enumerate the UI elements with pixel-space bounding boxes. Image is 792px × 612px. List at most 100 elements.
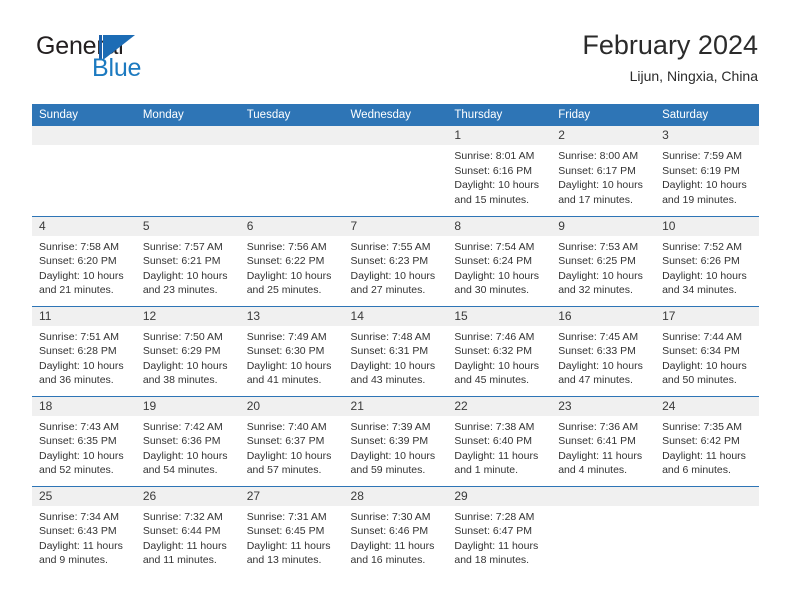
calendar-cell-day[interactable]: 11 Sunrise: 7:51 AM Sunset: 6:28 PM Dayligh… bbox=[32, 305, 136, 396]
calendar-cell-day[interactable]: 3 Sunrise: 7:59 AM Sunset: 6:19 PM Daylight… bbox=[655, 126, 759, 216]
calendar-cell-day[interactable]: 23 Sunrise: 7:36 AM Sunset: 6:41 PM Dayligh… bbox=[551, 395, 656, 486]
daylight-text-line1: Daylight: 10 hours bbox=[662, 269, 747, 282]
calendar-cell-day[interactable]: 18 Sunrise: 7:43 AM Sunset: 6:35 PM Dayligh… bbox=[32, 395, 136, 486]
daylight-text-line1: Daylight: 10 hours bbox=[142, 359, 228, 372]
sunset-text: Sunset: 6:16 PM bbox=[454, 164, 533, 177]
calendar-cell-empty bbox=[551, 485, 656, 576]
sunrise-text: Sunrise: 7:52 AM bbox=[662, 240, 743, 253]
brand-logo[interactable]: General Blue bbox=[32, 32, 242, 90]
page-header: General Blue February 2024 Lijun, Ningxi… bbox=[32, 28, 758, 98]
day-number: 9 bbox=[551, 216, 656, 236]
sunrise-text: Sunrise: 7:28 AM bbox=[454, 510, 535, 523]
daylight-text-line2: and 13 minutes. bbox=[246, 554, 322, 566]
sunset-text: Sunset: 6:35 PM bbox=[39, 435, 117, 447]
day-number: 11 bbox=[32, 306, 136, 326]
calendar-cell-day[interactable]: 10 Sunrise: 7:52 AM Sunset: 6:26 PM Dayligh… bbox=[655, 215, 759, 306]
calendar-cell-day[interactable]: 21 Sunrise: 7:39 AM Sunset: 6:39 PM Dayligh… bbox=[343, 395, 448, 486]
calendar-cell-day[interactable]: 29 Sunrise: 7:28 AM Sunset: 6:47 PM Dayligh… bbox=[447, 485, 552, 576]
calendar-cell-day[interactable]: 27 Sunrise: 7:31 AM Sunset: 6:45 PM Dayligh… bbox=[239, 485, 344, 576]
day-number: 25 bbox=[32, 486, 136, 506]
sunset-text: Sunset: 6:44 PM bbox=[142, 525, 221, 537]
calendar-cell-day[interactable]: 15 Sunrise: 7:46 AM Sunset: 6:32 PM Dayligh… bbox=[447, 305, 552, 396]
sunrise-text: Sunrise: 8:00 AM bbox=[558, 150, 639, 162]
day-number bbox=[655, 486, 759, 506]
day-details: Sunrise: 7:31 AM Sunset: 6:45 PM Daylight:… bbox=[240, 506, 344, 568]
calendar-cell-day[interactable]: 28 Sunrise: 7:30 AM Sunset: 6:46 PM Dayligh… bbox=[343, 485, 448, 576]
calendar-cell-day[interactable]: 26 Sunrise: 7:32 AM Sunset: 6:44 PM Dayligh… bbox=[135, 485, 240, 576]
calendar-cell-day[interactable]: 2 Sunrise: 8:00 AM Sunset: 6:17 PM Daylight… bbox=[551, 126, 656, 216]
calendar-cell-day[interactable]: 12 Sunrise: 7:50 AM Sunset: 6:29 PM Dayligh… bbox=[135, 305, 240, 396]
day-details: Sunrise: 7:48 AM Sunset: 6:31 PM Daylight:… bbox=[344, 326, 448, 388]
day-details: Sunrise: 7:56 AM Sunset: 6:22 PM Daylight:… bbox=[240, 236, 344, 298]
calendar-week-row: 18 Sunrise: 7:43 AM Sunset: 6:35 PM Dayligh… bbox=[32, 395, 759, 486]
day-number: 5 bbox=[135, 216, 240, 236]
day-details: Sunrise: 7:53 AM Sunset: 6:25 PM Daylight:… bbox=[551, 236, 655, 298]
calendar-cell-empty bbox=[239, 126, 344, 216]
calendar-cell-day[interactable]: 8 Sunrise: 7:54 AM Sunset: 6:24 PM Daylight… bbox=[447, 215, 552, 306]
calendar-cell-day[interactable]: 6 Sunrise: 7:56 AM Sunset: 6:22 PM Daylight… bbox=[239, 215, 344, 306]
calendar-cell-empty bbox=[343, 126, 448, 216]
day-number bbox=[343, 126, 448, 145]
day-number: 19 bbox=[135, 396, 240, 416]
daylight-text-line2: and 43 minutes. bbox=[350, 374, 426, 386]
day-details: Sunrise: 8:01 AM Sunset: 6:16 PM Daylight:… bbox=[447, 145, 551, 207]
day-details: Sunrise: 7:43 AM Sunset: 6:35 PM Daylight:… bbox=[32, 416, 136, 478]
daylight-text-line1: Daylight: 10 hours bbox=[350, 449, 436, 462]
sunrise-text: Sunrise: 7:30 AM bbox=[350, 510, 431, 523]
daylight-text-line2: and 54 minutes. bbox=[142, 464, 218, 476]
daylight-text-line1: Daylight: 10 hours bbox=[662, 179, 747, 191]
calendar-cell-day[interactable]: 7 Sunrise: 7:55 AM Sunset: 6:23 PM Daylight… bbox=[343, 215, 448, 306]
weekday-header-saturday: Saturday bbox=[655, 104, 759, 126]
calendar-cell-day[interactable]: 19 Sunrise: 7:42 AM Sunset: 6:36 PM Dayligh… bbox=[135, 395, 240, 486]
calendar-cell-day[interactable]: 25 Sunrise: 7:34 AM Sunset: 6:43 PM Dayligh… bbox=[32, 485, 136, 576]
daylight-text-line1: Daylight: 10 hours bbox=[558, 269, 643, 282]
sunrise-text: Sunrise: 7:42 AM bbox=[142, 420, 223, 433]
calendar-week-row: 1 Sunrise: 8:01 AM Sunset: 6:16 PM Daylight… bbox=[32, 126, 759, 216]
calendar-cell-day[interactable]: 1 Sunrise: 8:01 AM Sunset: 6:16 PM Daylight… bbox=[447, 126, 552, 216]
daylight-text-line2: and 19 minutes. bbox=[662, 193, 737, 206]
calendar-cell-day[interactable]: 9 Sunrise: 7:53 AM Sunset: 6:25 PM Daylight… bbox=[551, 215, 656, 306]
day-number: 12 bbox=[135, 306, 240, 326]
day-number: 28 bbox=[343, 486, 448, 506]
calendar-cell-day[interactable]: 16 Sunrise: 7:45 AM Sunset: 6:33 PM Dayligh… bbox=[551, 305, 656, 396]
sunrise-text: Sunrise: 7:43 AM bbox=[39, 420, 119, 433]
sunrise-text: Sunrise: 7:46 AM bbox=[454, 330, 535, 343]
day-number bbox=[551, 486, 656, 506]
day-number: 10 bbox=[655, 216, 759, 236]
calendar-cell-day[interactable]: 5 Sunrise: 7:57 AM Sunset: 6:21 PM Daylight… bbox=[135, 215, 240, 306]
sunset-text: Sunset: 6:36 PM bbox=[142, 435, 221, 447]
daylight-text-line1: Daylight: 10 hours bbox=[350, 359, 436, 372]
sunrise-text: Sunrise: 7:40 AM bbox=[246, 420, 327, 433]
day-number: 6 bbox=[239, 216, 344, 236]
daylight-text-line1: Daylight: 10 hours bbox=[454, 269, 540, 282]
daylight-text-line1: Daylight: 10 hours bbox=[142, 449, 228, 462]
calendar-cell-day[interactable]: 17 Sunrise: 7:44 AM Sunset: 6:34 PM Dayligh… bbox=[655, 305, 759, 396]
day-details: Sunrise: 7:52 AM Sunset: 6:26 PM Daylight:… bbox=[655, 236, 759, 298]
daylight-text-line1: Daylight: 10 hours bbox=[142, 269, 228, 282]
sunset-text: Sunset: 6:17 PM bbox=[558, 164, 636, 177]
daylight-text-line2: and 27 minutes. bbox=[350, 284, 426, 296]
daylight-text-line1: Daylight: 10 hours bbox=[39, 269, 124, 282]
day-number: 21 bbox=[343, 396, 448, 416]
sunset-text: Sunset: 6:20 PM bbox=[39, 255, 117, 267]
day-number: 20 bbox=[239, 396, 344, 416]
calendar-cell-day[interactable]: 20 Sunrise: 7:40 AM Sunset: 6:37 PM Dayligh… bbox=[239, 395, 344, 486]
calendar-cell-day[interactable]: 4 Sunrise: 7:58 AM Sunset: 6:20 PM Daylight… bbox=[32, 215, 136, 306]
sunset-text: Sunset: 6:23 PM bbox=[350, 255, 429, 267]
day-number: 27 bbox=[239, 486, 344, 506]
daylight-text-line2: and 11 minutes. bbox=[142, 554, 217, 566]
calendar-cell-day[interactable]: 22 Sunrise: 7:38 AM Sunset: 6:40 PM Dayligh… bbox=[447, 395, 552, 486]
weekday-header-tuesday: Tuesday bbox=[239, 104, 344, 126]
daylight-text-line2: and 32 minutes. bbox=[558, 284, 633, 296]
day-details: Sunrise: 7:54 AM Sunset: 6:24 PM Daylight:… bbox=[447, 236, 551, 298]
day-details: Sunrise: 7:34 AM Sunset: 6:43 PM Daylight:… bbox=[32, 506, 136, 568]
calendar-cell-day[interactable]: 13 Sunrise: 7:49 AM Sunset: 6:30 PM Dayligh… bbox=[239, 305, 344, 396]
sunrise-text: Sunrise: 7:57 AM bbox=[142, 240, 223, 253]
calendar-cell-day[interactable]: 14 Sunrise: 7:48 AM Sunset: 6:31 PM Dayligh… bbox=[343, 305, 448, 396]
daylight-text-line2: and 9 minutes. bbox=[39, 554, 108, 566]
daylight-text-line1: Daylight: 11 hours bbox=[662, 449, 746, 462]
day-details: Sunrise: 7:58 AM Sunset: 6:20 PM Daylight:… bbox=[32, 236, 136, 298]
daylight-text-line1: Daylight: 11 hours bbox=[454, 449, 539, 462]
calendar-cell-day[interactable]: 24 Sunrise: 7:35 AM Sunset: 6:42 PM Dayligh… bbox=[655, 395, 759, 486]
sunrise-text: Sunrise: 7:55 AM bbox=[350, 240, 431, 253]
